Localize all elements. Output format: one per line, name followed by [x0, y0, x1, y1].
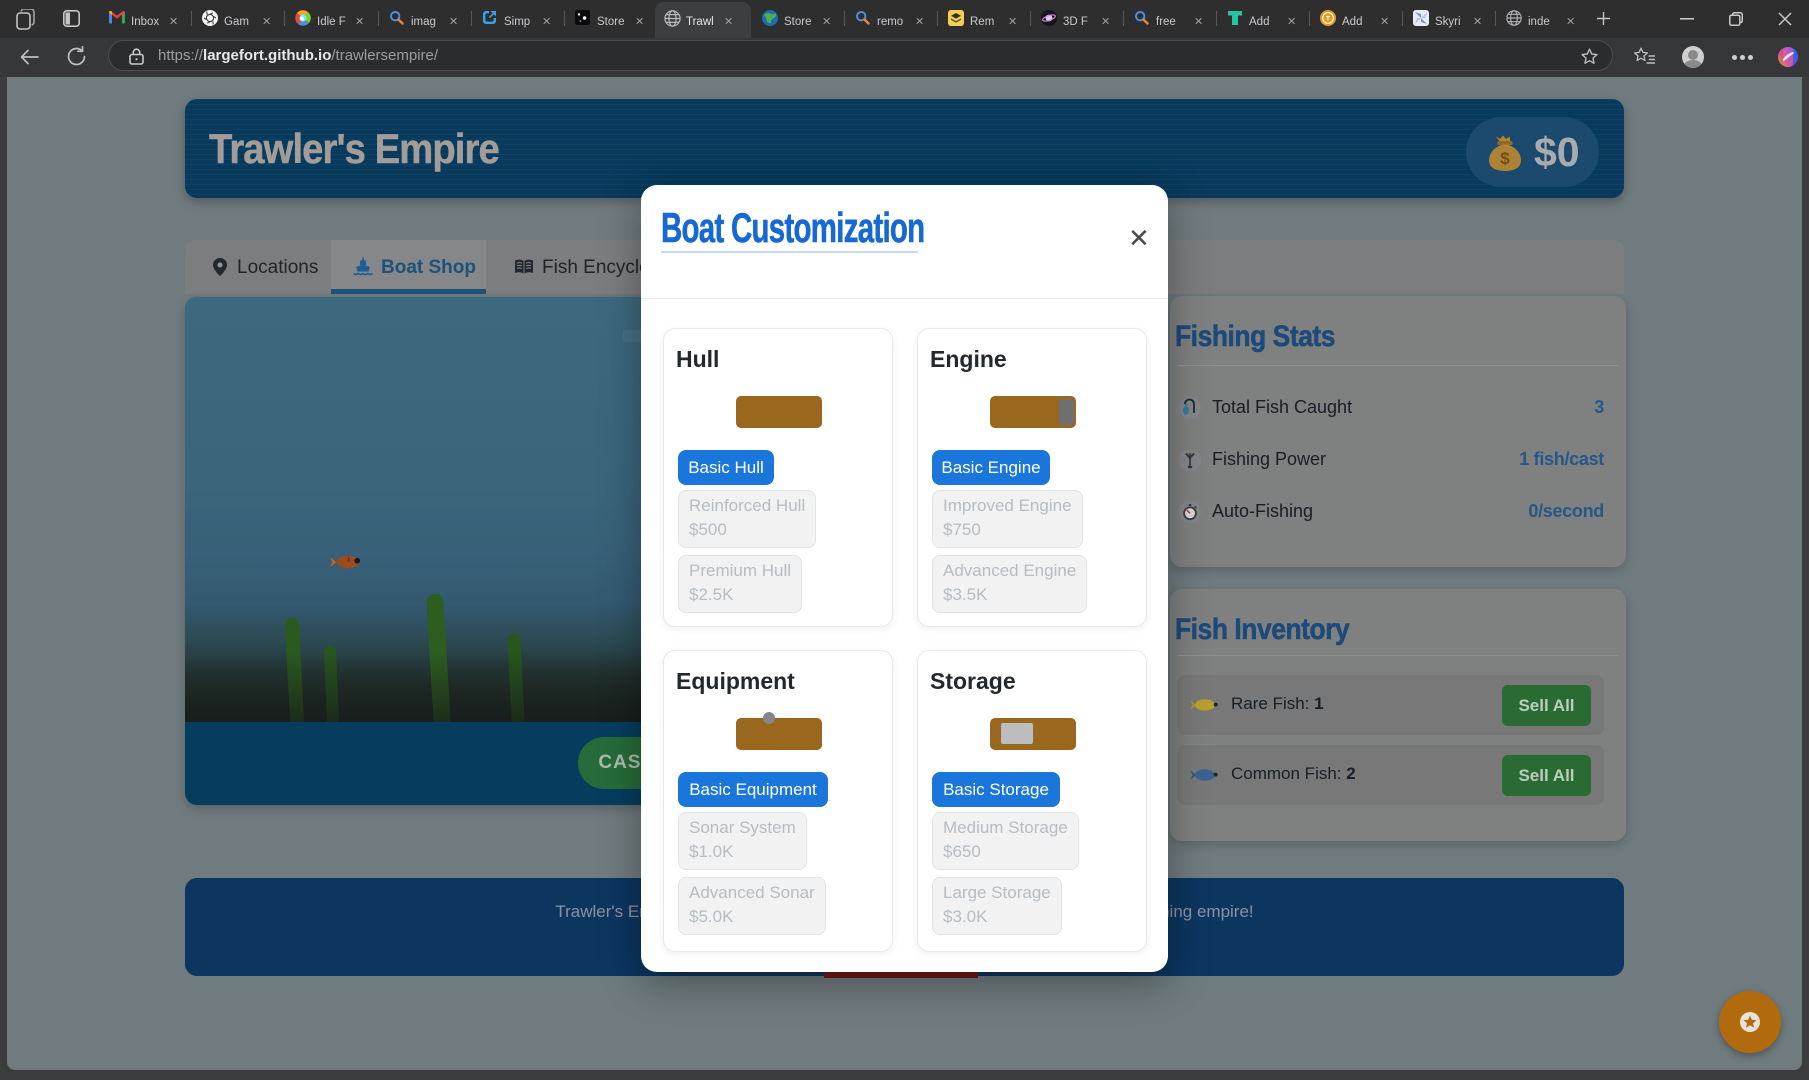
svg-text:T: T — [1326, 16, 1330, 23]
svg-text:$: $ — [1500, 149, 1510, 168]
